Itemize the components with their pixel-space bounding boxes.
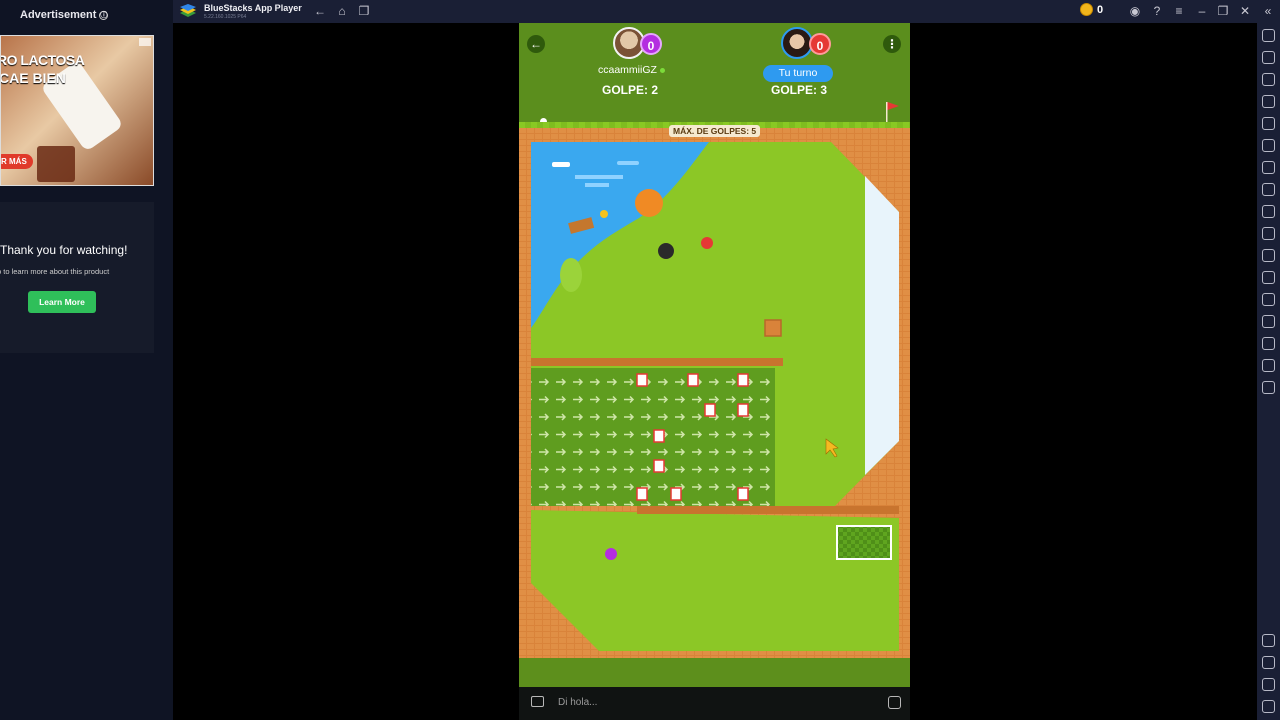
learn-more-button[interactable]: Learn More — [28, 291, 96, 313]
glass-image — [37, 146, 75, 182]
mushroom-icon — [701, 237, 713, 249]
chat-icon[interactable] — [531, 696, 544, 707]
ad-thanks-card: Thank you for watching! p to learn more … — [0, 202, 154, 353]
eraser-icon[interactable] — [1262, 315, 1275, 328]
android-back-icon[interactable] — [1262, 656, 1275, 669]
close-icon[interactable]: ✕ — [1237, 3, 1253, 19]
player2-strokes: GOLPE: 3 — [771, 83, 828, 97]
coin-icon — [1080, 3, 1093, 16]
player1-name-text: ccaammiiGZ — [598, 64, 657, 76]
help-icon[interactable]: ? — [1149, 3, 1165, 19]
online-status-icon — [659, 67, 665, 73]
tee-box — [836, 525, 892, 560]
location-icon[interactable] — [1262, 337, 1275, 350]
fullscreen-icon[interactable] — [1262, 29, 1275, 42]
coin-count: 0 — [1097, 3, 1104, 16]
volume-icon[interactable] — [1262, 51, 1275, 64]
back-arrow-icon[interactable]: ← — [312, 3, 328, 19]
speed-boost-zone — [531, 368, 775, 506]
ice-patch — [865, 176, 899, 475]
ad-thanks-title: Thank you for watching! — [0, 243, 128, 257]
capture-icon[interactable] — [1262, 227, 1275, 240]
advertisement-header: Advertisement ⓘ — [20, 9, 109, 21]
autumn-tree-icon — [635, 189, 663, 217]
layers-icon[interactable] — [1262, 359, 1275, 372]
android-home-icon[interactable] — [1262, 678, 1275, 691]
course-map[interactable] — [519, 128, 910, 658]
sticker-icon[interactable] — [888, 696, 901, 709]
airplane-icon[interactable] — [1262, 271, 1275, 284]
ad-choices-icon[interactable] — [139, 38, 151, 46]
bluestacks-titlebar: BlueStacks App Player 5.22.160.1025 P64 … — [173, 0, 1280, 23]
hamburger-menu-icon[interactable]: ≡ — [1171, 3, 1187, 19]
game-header: ← ⋮ 0 ccaammiiGZ GOLPE: 2 0 Tu turno GOL… — [519, 23, 910, 128]
player2-score-badge: 0 — [809, 33, 831, 55]
bluestacks-sidebar — [1257, 23, 1280, 720]
advertisement-panel: Advertisement ⓘ RO LACTOSA CAE BIEN R MÁ… — [0, 0, 173, 720]
settings-gear-icon[interactable] — [1262, 634, 1275, 647]
multi-instance-icon[interactable] — [1262, 293, 1275, 306]
ad-cta-button[interactable]: R MÁS — [1, 154, 33, 169]
coin-balance[interactable]: 0 — [1080, 3, 1103, 16]
ad-headline-line2: CAE BIEN — [0, 70, 66, 86]
android-recents-icon[interactable] — [1262, 700, 1275, 713]
tv-icon[interactable] — [1262, 95, 1275, 108]
media-folder-icon[interactable] — [1262, 249, 1275, 262]
collapse-sidebar-icon[interactable]: « — [1260, 3, 1276, 19]
game-back-button[interactable]: ← — [527, 35, 545, 53]
ad-headline-line1: RO LACTOSA — [0, 52, 85, 68]
max-strokes-label: MÁX. DE GOLPES: 5 — [669, 125, 761, 137]
performance-icon[interactable] — [1262, 183, 1275, 196]
player1-ball — [605, 548, 617, 560]
player1-name: ccaammiiGZ — [598, 64, 665, 76]
ad-thanks-subtitle: p to learn more about this product — [0, 267, 110, 276]
course-bottom-margin — [519, 658, 910, 687]
keyboard-controls-icon[interactable] — [1262, 73, 1275, 86]
player1-score-badge: 0 — [640, 33, 662, 55]
player1-strokes: GOLPE: 2 — [602, 83, 659, 97]
app-version: 5.22.160.1025 P64 — [204, 14, 247, 20]
home-icon[interactable]: ⌂ — [334, 3, 350, 19]
minimize-icon[interactable]: – — [1194, 3, 1210, 19]
sync-icon[interactable] — [1262, 139, 1275, 152]
advertisement-label: Advertisement — [20, 9, 97, 21]
restore-icon[interactable]: ❐ — [1215, 3, 1231, 19]
eco-mode-icon[interactable] — [1262, 381, 1275, 394]
golf-game-screen[interactable]: ← ⋮ 0 ccaammiiGZ GOLPE: 2 0 Tu turno GOL… — [519, 23, 910, 720]
ad-banner-image[interactable]: RO LACTOSA CAE BIEN R MÁS — [0, 35, 154, 186]
golf-course[interactable] — [519, 128, 910, 658]
your-turn-badge: Tu turno — [763, 65, 833, 82]
chat-bar[interactable]: Di hola... — [519, 687, 910, 720]
account-icon[interactable]: ◉ — [1127, 3, 1143, 19]
chat-input[interactable]: Di hola... — [558, 697, 597, 708]
green-tree-icon — [560, 258, 582, 292]
bluestacks-logo-icon — [180, 4, 196, 17]
crate-obstacle — [764, 319, 782, 337]
game-menu-button[interactable]: ⋮ — [883, 35, 901, 53]
record-icon[interactable] — [1262, 117, 1275, 130]
info-icon[interactable]: ⓘ — [99, 10, 109, 20]
macro-icon[interactable] — [1262, 161, 1275, 174]
recent-apps-icon[interactable]: ❐ — [356, 3, 372, 19]
golf-hole-icon — [658, 243, 674, 259]
screenshot-icon[interactable] — [1262, 205, 1275, 218]
app-title: BlueStacks App Player — [204, 3, 302, 13]
